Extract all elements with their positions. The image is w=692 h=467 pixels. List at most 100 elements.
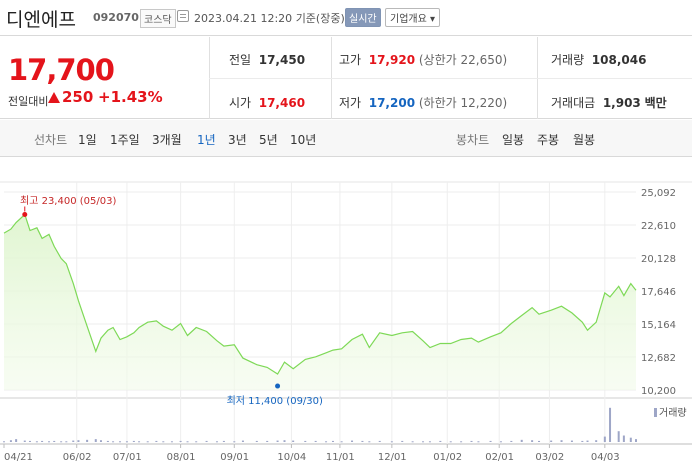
timestamp: 2023.04.21 12:20 기준(장중) bbox=[194, 12, 345, 25]
price-chart: 10,200 12,682 15,164 17,646 20,128 22,610 25,0… bbox=[0, 158, 692, 467]
tab-10y[interactable]: 10년 bbox=[290, 131, 316, 148]
volume-bar bbox=[314, 440, 317, 442]
volume-bar bbox=[581, 440, 584, 442]
volume-bar bbox=[422, 441, 425, 443]
candle-chart-label: 봉차트 bbox=[456, 133, 490, 147]
stock-name: 디엔에프 bbox=[6, 9, 76, 31]
y-tick-label: 15,164 bbox=[641, 320, 676, 331]
volume-bar bbox=[411, 441, 414, 443]
y-tick-label: 17,646 bbox=[641, 287, 676, 298]
high-annotation: 최고 23,400 (05/03) bbox=[20, 195, 116, 207]
volume-bar bbox=[510, 440, 513, 442]
change-value: 250 bbox=[62, 88, 94, 106]
market-badge: 코스닥 bbox=[140, 9, 176, 28]
tab-1d[interactable]: 1일 bbox=[78, 131, 97, 148]
change-label: 전일대비 bbox=[8, 95, 49, 108]
company-info-dropdown[interactable]: 기업개요 ▾ bbox=[385, 8, 440, 27]
volume-bar bbox=[340, 441, 343, 443]
volume-bar bbox=[283, 440, 286, 442]
volume-bar bbox=[629, 437, 632, 442]
volume-bar bbox=[28, 440, 31, 442]
tab-3m[interactable]: 3개월 bbox=[152, 131, 182, 148]
x-tick-label: 04/03 bbox=[591, 452, 620, 463]
line-chart-label: 선차트 bbox=[34, 133, 68, 147]
volume-bar bbox=[550, 440, 553, 442]
tab-monthly[interactable]: 월봉 bbox=[573, 131, 595, 148]
volume-bar bbox=[635, 439, 637, 442]
volume-bar bbox=[94, 439, 97, 442]
volume-bar bbox=[162, 441, 165, 443]
price-area-fill bbox=[4, 214, 636, 390]
volume-bar bbox=[304, 440, 307, 442]
volume-bar bbox=[449, 441, 452, 443]
volume-bar bbox=[86, 439, 89, 442]
low-annotation: 최저 11,400 (09/30) bbox=[227, 395, 323, 407]
price-chart-svg: 10,200 12,682 15,164 17,646 20,128 22,610 25,0… bbox=[0, 181, 692, 463]
volume-bar bbox=[53, 440, 56, 442]
volume-bar bbox=[292, 440, 295, 442]
volume-bar bbox=[179, 440, 182, 442]
x-tick-label: 07/01 bbox=[113, 452, 142, 463]
x-tick-label: 11/01 bbox=[326, 452, 355, 463]
stock-code: 092070 bbox=[93, 11, 139, 24]
volume-bar bbox=[72, 440, 75, 442]
y-tick-label: 20,128 bbox=[641, 254, 676, 265]
tab-1w[interactable]: 1주일 bbox=[110, 131, 140, 148]
tab-1y[interactable]: 1년 bbox=[197, 131, 216, 148]
volume-bar bbox=[15, 439, 18, 442]
tab-daily[interactable]: 일봉 bbox=[502, 131, 524, 148]
volume-bar bbox=[378, 440, 381, 442]
y-tick-label: 12,682 bbox=[641, 353, 676, 364]
volume: 거래량 108,046 bbox=[551, 53, 647, 67]
volume-bar bbox=[586, 440, 589, 442]
volume-bar bbox=[3, 441, 5, 443]
realtime-button[interactable]: 실시간 bbox=[345, 8, 381, 27]
high-marker bbox=[22, 211, 28, 217]
volume-bar bbox=[9, 440, 12, 442]
volume-bar bbox=[617, 431, 620, 442]
volume-legend-label: 거래량 bbox=[659, 407, 687, 419]
volume-bar bbox=[531, 440, 534, 442]
prev-close: 전일 17,450 bbox=[229, 53, 306, 67]
x-tick-label: 10/04 bbox=[277, 452, 306, 463]
volume-bar bbox=[351, 440, 354, 442]
volume-bar bbox=[155, 440, 158, 442]
volume-bar bbox=[222, 440, 225, 442]
volume-bar bbox=[470, 440, 473, 442]
tab-3y[interactable]: 3년 bbox=[228, 131, 247, 148]
x-tick-label: 08/01 bbox=[167, 452, 196, 463]
volume-bar bbox=[266, 440, 269, 442]
volume-bar bbox=[170, 441, 173, 443]
x-tick-label: 02/01 bbox=[485, 452, 514, 463]
tab-weekly[interactable]: 주봉 bbox=[537, 131, 559, 148]
volume-bar bbox=[622, 435, 625, 442]
volume-bar bbox=[276, 440, 279, 442]
trade-amount: 거래대금 1,903 백만 bbox=[551, 96, 667, 110]
volume-bar bbox=[390, 441, 393, 443]
x-tick-label: 04/21 bbox=[4, 452, 33, 463]
volume-bar bbox=[205, 440, 208, 442]
x-tick-label: 01/02 bbox=[433, 452, 462, 463]
volume-bar bbox=[368, 441, 371, 443]
y-tick-label: 22,610 bbox=[641, 221, 676, 232]
volume-bar bbox=[146, 441, 149, 443]
chart-tabs: 선차트 1일 1주일 3개월 1년 3년 5년 10년 봉차트 일봉 주봉 월봉 bbox=[0, 120, 692, 157]
volume-bar bbox=[23, 440, 26, 442]
volume-bar bbox=[60, 441, 63, 443]
quote-panel: 17,700 전일대비 250 +1.43% 전일 17,450 고가 17,9… bbox=[0, 37, 692, 119]
volume-bar bbox=[428, 441, 431, 443]
up-triangle-icon bbox=[48, 92, 60, 103]
volume-bar bbox=[48, 441, 51, 443]
volume-bar bbox=[106, 440, 109, 442]
volume-bar bbox=[520, 439, 523, 442]
volume-bar bbox=[489, 440, 492, 442]
volume-bar bbox=[77, 440, 80, 442]
volume-bar bbox=[609, 407, 612, 442]
y-tick-label: 10,200 bbox=[641, 386, 676, 397]
day-low: 저가 17,200 (하한가 12,220) bbox=[339, 96, 508, 110]
volume-bar bbox=[125, 441, 128, 443]
change-percent: +1.43% bbox=[98, 88, 163, 106]
x-tick-label: 12/01 bbox=[378, 452, 407, 463]
y-tick-label: 25,092 bbox=[641, 188, 676, 199]
tab-5y[interactable]: 5년 bbox=[259, 131, 278, 148]
